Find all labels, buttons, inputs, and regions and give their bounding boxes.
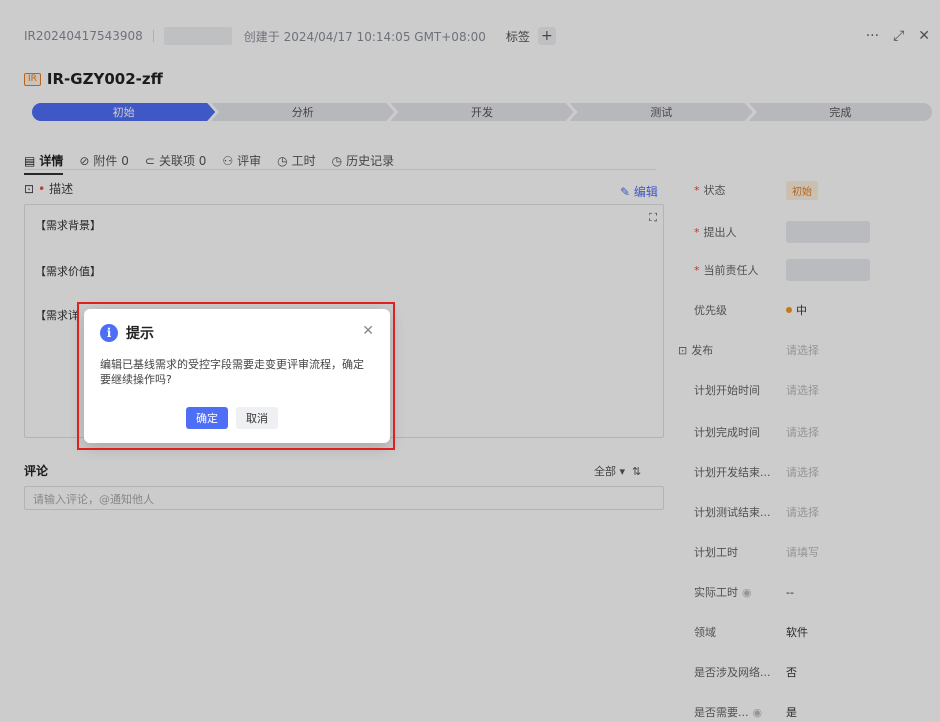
close-icon[interactable]: ✕ xyxy=(362,323,374,339)
cancel-button[interactable]: 取消 xyxy=(236,407,278,429)
info-icon: i xyxy=(100,324,118,342)
confirm-button[interactable]: 确定 xyxy=(186,407,228,429)
dialog-actions: 确定 取消 xyxy=(186,407,278,429)
dialog-header: i 提示 xyxy=(100,323,154,343)
confirm-dialog: i 提示 ✕ 编辑已基线需求的受控字段需要走变更评审流程，确定要继续操作吗? 确… xyxy=(84,309,390,443)
dialog-title: 提示 xyxy=(126,326,154,342)
dialog-message: 编辑已基线需求的受控字段需要走变更评审流程，确定要继续操作吗? xyxy=(100,358,364,386)
